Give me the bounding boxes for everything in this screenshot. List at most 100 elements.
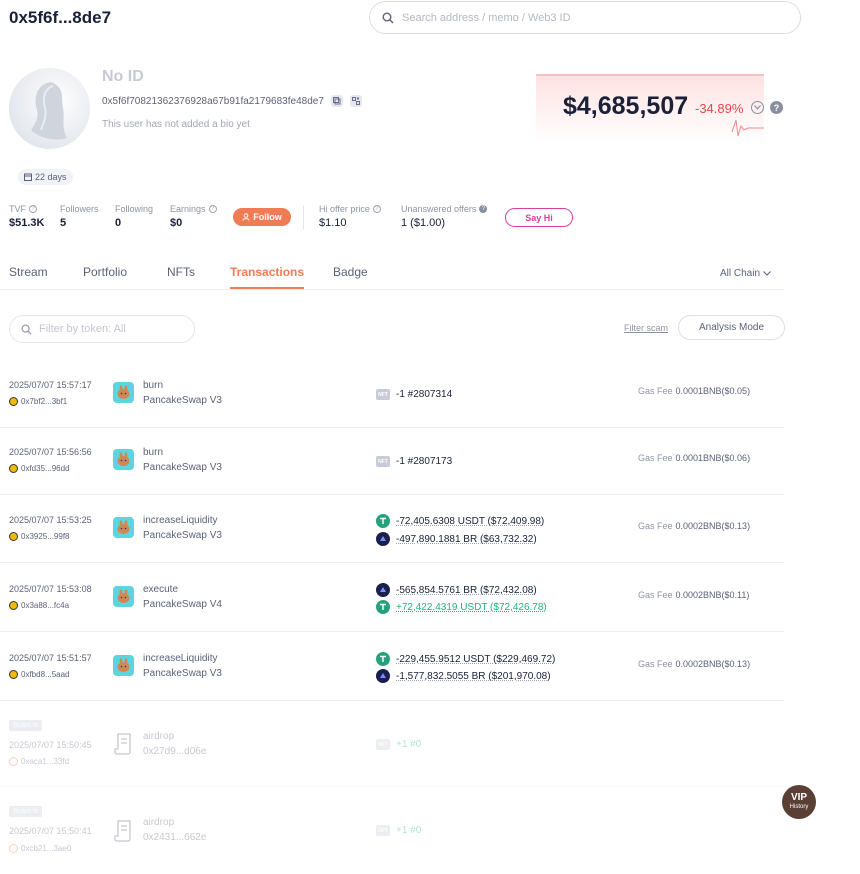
chain-selector[interactable]: All Chain <box>720 268 771 279</box>
usdt-icon <box>376 652 390 666</box>
earnings-label: Earnings <box>170 204 206 214</box>
table-row[interactable]: Scam tx 2025/07/07 15:50:41 0xcb21...3ae… <box>0 787 784 874</box>
pancakeswap-icon <box>113 449 134 470</box>
document-icon <box>114 820 134 842</box>
hi-offer-value: $1.10 <box>319 217 347 229</box>
follow-button[interactable]: Follow <box>233 208 291 226</box>
chevron-down-icon[interactable] <box>751 101 764 114</box>
tx-app[interactable]: PancakeSwap V3 <box>143 395 222 406</box>
copy-icon[interactable] <box>330 95 343 107</box>
tvf-label: TVF <box>9 204 26 214</box>
scam-badge: Scam tx <box>9 806 43 817</box>
table-row[interactable]: Scam tx 2025/07/07 15:50:45 0xaca1...33f… <box>0 701 784 787</box>
token-amount[interactable]: -72,405.6308 USDT ($72,409.98) <box>396 516 544 527</box>
tx-from[interactable]: 0x3a88...fc4a <box>9 601 69 610</box>
table-row[interactable]: 2025/07/07 15:51:57 0xfbd8...5aad increa… <box>0 632 784 701</box>
tx-from-address: 0x3925...99f8 <box>21 532 70 541</box>
tx-from[interactable]: 0x7bf2...3bf1 <box>9 397 67 406</box>
days-label: 22 days <box>35 172 67 182</box>
bnb-icon <box>9 397 18 406</box>
tx-method: airdrop <box>143 731 175 742</box>
tx-from-address: 0xfd35...96dd <box>21 464 70 473</box>
gas-value: 0.0002BNB($0.13) <box>675 659 751 669</box>
tx-method: burn <box>143 380 164 391</box>
analysis-mode-button[interactable]: Analysis Mode <box>678 315 785 340</box>
tab-stream[interactable]: Stream <box>9 265 48 279</box>
tx-from[interactable]: 0xcb21...3ae0 <box>9 844 71 853</box>
gas-label: Gas Fee <box>638 590 673 600</box>
tab-portfolio[interactable]: Portfolio <box>83 265 127 279</box>
nft-icon: NFT <box>376 825 390 836</box>
tx-from[interactable]: 0xfd35...96dd <box>9 464 69 473</box>
help-icon[interactable]: ? <box>770 101 783 114</box>
token-amount[interactable]: -565,854.5761 BR ($72,432.08) <box>396 585 537 596</box>
tx-app[interactable]: PancakeSwap V3 <box>143 462 222 473</box>
say-hi-button[interactable]: Say Hi <box>505 208 573 227</box>
table-row[interactable]: 2025/07/07 15:56:56 0xfd35...96dd burn P… <box>0 428 784 495</box>
help-icon[interactable]: ? <box>208 205 217 213</box>
gas-label: Gas Fee <box>638 521 673 531</box>
token-line: NFT +1 #0 <box>376 825 421 836</box>
tx-time: 2025/07/07 15:50:45 <box>9 740 92 750</box>
pancakeswap-icon <box>113 517 134 538</box>
networth-value: $4,685,507 <box>563 92 689 120</box>
tx-time: 2025/07/07 15:51:57 <box>9 653 92 663</box>
tx-app[interactable]: PancakeSwap V3 <box>143 668 222 679</box>
token-amount[interactable]: +1 #0 <box>396 739 421 750</box>
divider <box>303 206 304 230</box>
table-row[interactable]: 2025/07/07 15:53:08 0x3a88...fc4a execut… <box>0 563 784 632</box>
tx-from[interactable]: 0xaca1...33fd <box>9 757 69 766</box>
tab-transactions[interactable]: Transactions <box>230 265 305 289</box>
tab-nfts[interactable]: NFTs <box>167 265 195 279</box>
token-amount[interactable]: -229,455.9512 USDT ($229,469.72) <box>396 654 555 665</box>
table-row[interactable]: 2025/07/07 15:53:25 0x3925...99f8 increa… <box>0 495 784 563</box>
vip-label: VIP <box>790 792 808 803</box>
networth-change: -34.89% <box>695 101 744 116</box>
token-line: NFT +1 #0 <box>376 739 421 750</box>
token-filter-input[interactable] <box>39 323 189 335</box>
warning-icon <box>9 757 18 766</box>
tx-app[interactable]: 0x27d9...d06e <box>143 746 206 757</box>
gas-fee: Gas Fee 0.0001BNB($0.06) <box>638 453 750 463</box>
token-amount[interactable]: -1 #2807173 <box>396 456 452 467</box>
gas-value: 0.0002BNB($0.11) <box>675 590 750 600</box>
search-input[interactable] <box>402 11 782 24</box>
follow-label: Follow <box>253 212 282 222</box>
help-icon[interactable]: ? <box>479 205 488 213</box>
gas-value: 0.0001BNB($0.05) <box>675 386 751 396</box>
tx-app[interactable]: PancakeSwap V3 <box>143 530 222 541</box>
bnb-icon <box>9 464 18 473</box>
stat-following[interactable]: Following 0 <box>115 204 153 229</box>
token-amount[interactable]: -497,890.1881 BR ($63,732.32) <box>396 534 537 545</box>
vip-history-button[interactable]: VIP History <box>782 785 816 819</box>
help-icon[interactable]: ? <box>372 205 381 213</box>
token-amount[interactable]: +72,422.4319 USDT ($72,426.78) <box>396 602 547 613</box>
nft-icon: NFT <box>376 456 390 467</box>
tx-time: 2025/07/07 15:53:08 <box>9 584 92 594</box>
tx-app[interactable]: 0x2431...662e <box>143 832 206 843</box>
token-line: NFT -1 #2807173 <box>376 456 452 467</box>
help-icon[interactable]: ? <box>29 205 37 213</box>
filter-scam-link[interactable]: Filter scam <box>624 323 668 333</box>
token-amount[interactable]: +1 #0 <box>396 825 421 836</box>
tx-from[interactable]: 0xfbd8...5aad <box>9 670 69 679</box>
token-line: -229,455.9512 USDT ($229,469.72) <box>376 652 555 666</box>
stat-followers[interactable]: Followers 5 <box>60 204 99 229</box>
tvf-value: $51.3K <box>9 217 45 229</box>
bnb-icon <box>9 532 18 541</box>
token-amount[interactable]: -1,577,832.5055 BR ($201,970.08) <box>396 671 551 682</box>
tx-from[interactable]: 0x3925...99f8 <box>9 532 69 541</box>
bnb-icon <box>9 670 18 679</box>
tx-from-address: 0xaca1...33fd <box>21 757 70 766</box>
user-icon <box>242 213 250 221</box>
table-row[interactable]: 2025/07/07 15:57:17 0x7bf2...3bf1 burn P… <box>0 360 784 428</box>
usdt-icon <box>376 514 390 528</box>
token-filter[interactable] <box>9 315 195 343</box>
tx-from-address: 0xcb21...3ae0 <box>21 844 72 853</box>
qrcode-icon[interactable] <box>349 95 362 107</box>
token-amount[interactable]: -1 #2807314 <box>396 389 452 400</box>
tx-app[interactable]: PancakeSwap V4 <box>143 599 222 610</box>
tab-badge[interactable]: Badge <box>333 265 368 279</box>
search-bar[interactable] <box>369 1 801 34</box>
following-value: 0 <box>115 217 122 229</box>
